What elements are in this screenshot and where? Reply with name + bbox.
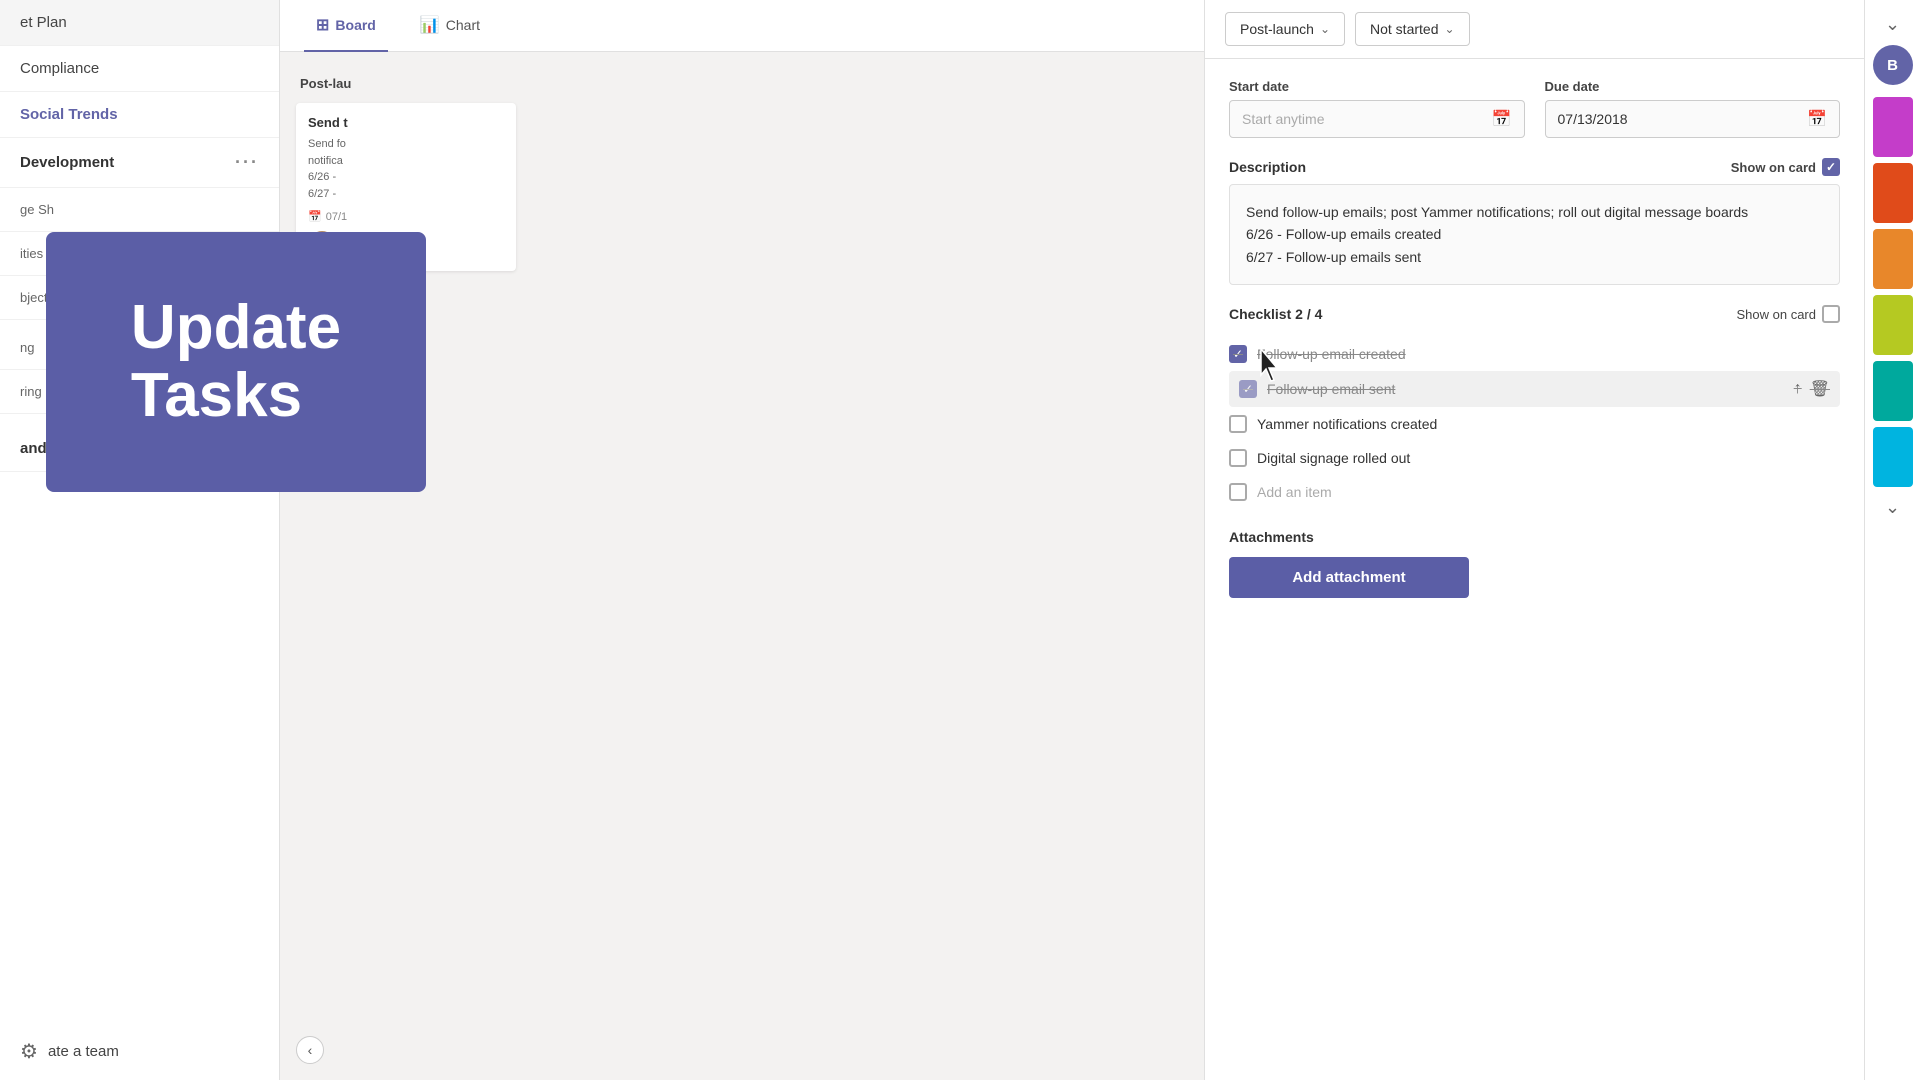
color-sidebar: ⌄ B ⌄ bbox=[1864, 0, 1920, 1080]
dropdown-not-started[interactable]: Not started ⌄ bbox=[1355, 12, 1470, 46]
show-on-card-checkbox[interactable]: ✓ bbox=[1822, 158, 1840, 176]
color-swatch-teal[interactable] bbox=[1873, 361, 1913, 421]
due-date-value: 07/13/2018 bbox=[1558, 111, 1628, 127]
start-date-field: Start date Start anytime 📅 bbox=[1229, 79, 1525, 138]
board-icon: ⊞ bbox=[316, 15, 329, 35]
calendar-icon: 📅 bbox=[308, 210, 322, 223]
sidebar-item-development[interactable]: Development ··· bbox=[0, 138, 279, 188]
sidebar-item-social-trends[interactable]: Social Trends bbox=[0, 92, 279, 138]
chevron-down-icon-2: ⌄ bbox=[1444, 22, 1454, 36]
checklist-checkbox-1[interactable]: ✓ bbox=[1229, 345, 1247, 363]
checklist-checkbox-3[interactable] bbox=[1229, 415, 1247, 433]
board-column-post-launch: Post-lau Send t Send fonotifica6/26 -6/2… bbox=[296, 68, 516, 1004]
description-text: Send follow-up emails; post Yammer notif… bbox=[1246, 201, 1823, 268]
detail-body: Start date Start anytime 📅 Due date 07/1… bbox=[1205, 59, 1864, 1080]
tab-chart[interactable]: 📊 Chart bbox=[408, 0, 492, 52]
attachments-title: Attachments bbox=[1229, 529, 1840, 545]
tab-board[interactable]: ⊞ Board bbox=[304, 0, 388, 52]
board-tab-bar: ⊞ Board 📊 Chart bbox=[280, 0, 1204, 52]
add-attachment-button[interactable]: Add attachment bbox=[1229, 557, 1469, 598]
cursor-pointer bbox=[1257, 347, 1281, 383]
attachments-section: Attachments Add attachment bbox=[1229, 529, 1840, 598]
card-date: 📅 07/1 bbox=[308, 210, 504, 223]
due-date-label: Due date bbox=[1545, 79, 1841, 94]
checklist-item-2-actions: ↑ 🗑 bbox=[1794, 379, 1830, 399]
checklist-header: Checklist 2 / 4 Show on card bbox=[1229, 305, 1840, 323]
chevron-down-icon: ⌄ bbox=[1320, 22, 1330, 36]
show-on-card-checklist[interactable]: Show on card bbox=[1737, 305, 1841, 323]
due-calendar-icon: 📅 bbox=[1807, 109, 1827, 129]
board-columns-container: Post-lau Send t Send fonotifica6/26 -6/2… bbox=[280, 52, 1204, 1020]
color-swatch-magenta[interactable] bbox=[1873, 97, 1913, 157]
profile-avatar[interactable]: B bbox=[1873, 45, 1913, 85]
detail-panel: Post-launch ⌄ Not started ⌄ Start date S… bbox=[1204, 0, 1864, 1080]
color-swatch-orange[interactable] bbox=[1873, 229, 1913, 289]
checklist-item-3[interactable]: Yammer notifications created bbox=[1229, 407, 1840, 441]
show-on-card-checklist-checkbox[interactable] bbox=[1822, 305, 1840, 323]
board-main-area: ⊞ Board 📊 Chart Post-lau Send t Send fon… bbox=[280, 0, 1204, 1080]
chart-icon: 📊 bbox=[420, 15, 440, 35]
start-calendar-icon: 📅 bbox=[1492, 109, 1512, 129]
scroll-down-button[interactable]: ⌄ bbox=[1885, 497, 1900, 518]
gear-icon: ⚙ bbox=[20, 1039, 38, 1064]
left-sidebar: et Plan Compliance Social Trends Develop… bbox=[0, 0, 280, 1080]
start-date-label: Start date bbox=[1229, 79, 1525, 94]
move-up-icon[interactable]: ↑ bbox=[1794, 380, 1802, 398]
start-date-placeholder: Start anytime bbox=[1242, 111, 1324, 127]
card-title: Send t bbox=[308, 115, 504, 130]
update-tasks-overlay: Update Tasks bbox=[46, 232, 426, 492]
detail-panel-header: Post-launch ⌄ Not started ⌄ bbox=[1205, 0, 1864, 59]
checklist-checkbox-4[interactable] bbox=[1229, 449, 1247, 467]
due-date-field: Due date 07/13/2018 📅 bbox=[1545, 79, 1841, 138]
due-date-input[interactable]: 07/13/2018 📅 bbox=[1545, 100, 1841, 138]
delete-icon[interactable]: 🗑 bbox=[1810, 379, 1830, 399]
description-box[interactable]: Send follow-up emails; post Yammer notif… bbox=[1229, 184, 1840, 285]
checklist-item-1[interactable]: ✓ Follow-up email created bbox=[1229, 337, 1840, 371]
column-header-2 bbox=[532, 68, 752, 84]
sidebar-item-compliance[interactable]: Compliance bbox=[0, 46, 279, 92]
scroll-up-button[interactable]: ⌄ bbox=[1885, 14, 1900, 35]
checklist-title: Checklist 2 / 4 bbox=[1229, 306, 1322, 322]
color-swatch-lime[interactable] bbox=[1873, 295, 1913, 355]
date-row: Start date Start anytime 📅 Due date 07/1… bbox=[1229, 79, 1840, 138]
dropdown-post-launch[interactable]: Post-launch ⌄ bbox=[1225, 12, 1345, 46]
description-section-label: Description Show on card ✓ bbox=[1229, 158, 1840, 176]
checklist-item-4[interactable]: Digital signage rolled out bbox=[1229, 441, 1840, 475]
column-header: Post-lau bbox=[296, 68, 516, 99]
sidebar-item-ge-sh[interactable]: ge Sh bbox=[0, 188, 279, 232]
start-date-input[interactable]: Start anytime 📅 bbox=[1229, 100, 1525, 138]
checklist-checkbox-2[interactable]: ✓ bbox=[1239, 380, 1257, 398]
board-column-2 bbox=[532, 68, 752, 1004]
sidebar-item-market-plan[interactable]: et Plan bbox=[0, 0, 279, 46]
card-description: Send fonotifica6/26 -6/27 - bbox=[308, 136, 504, 202]
color-swatch-cyan[interactable] bbox=[1873, 427, 1913, 487]
checklist-item-2[interactable]: ✓ Follow-up email sent ↑ 🗑 bbox=[1229, 371, 1840, 407]
create-team-button[interactable]: ⚙ ate a team bbox=[0, 1023, 279, 1080]
overlay-text: Update Tasks bbox=[131, 294, 341, 430]
color-swatch-red-orange[interactable] bbox=[1873, 163, 1913, 223]
show-on-card-description[interactable]: Show on card ✓ bbox=[1731, 158, 1840, 176]
more-options-icon[interactable]: ··· bbox=[235, 152, 259, 173]
add-item-row[interactable]: Add an item bbox=[1229, 475, 1840, 509]
add-item-checkbox bbox=[1229, 483, 1247, 501]
scroll-left-button[interactable]: ‹ bbox=[296, 1036, 324, 1064]
